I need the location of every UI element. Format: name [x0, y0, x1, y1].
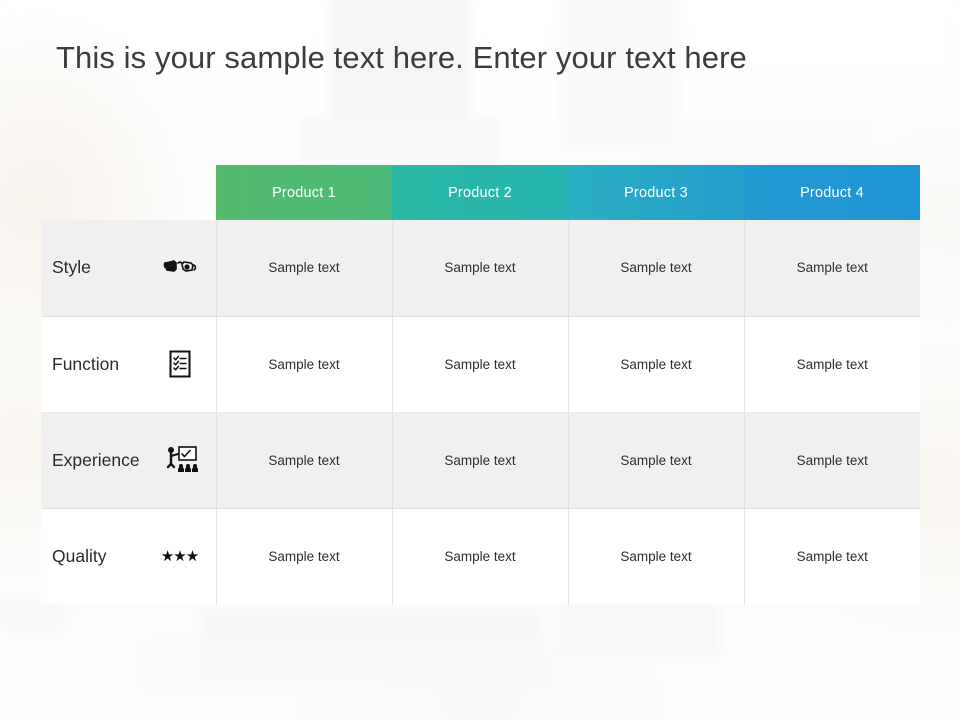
row-label-cell-experience[interactable]: Experience [41, 412, 217, 509]
table-cell: Sample text [392, 220, 569, 317]
table-cell: Sample text [568, 316, 745, 413]
column-header-product-1[interactable]: Product 1 [216, 165, 392, 220]
column-header-product-4[interactable]: Product 4 [744, 165, 920, 220]
table-cell: Sample text [392, 412, 569, 509]
table-cell: Sample text [568, 220, 745, 317]
table-cell: Sample text [392, 508, 569, 604]
table-cell: Sample text [744, 412, 920, 509]
cell-text: Sample text [620, 260, 692, 276]
background-shape [140, 640, 560, 690]
table-row: Experience Sample text Sample text Sampl… [41, 412, 920, 509]
table-cell: Sample text [744, 220, 920, 317]
slide-canvas: This is your sample text here. Enter you… [0, 0, 960, 720]
3d-glasses-icon [160, 250, 200, 286]
cell-text: Sample text [444, 356, 516, 372]
table-cell: Sample text [216, 316, 393, 413]
page-title: This is your sample text here. Enter you… [56, 40, 747, 75]
column-header-product-3[interactable]: Product 3 [568, 165, 744, 220]
background-shape [200, 608, 540, 680]
table-cell: Sample text [216, 220, 393, 317]
table-cell: Sample text [568, 412, 745, 509]
table-cell: Sample text [568, 508, 745, 604]
cell-text: Sample text [620, 548, 692, 564]
table-row: Style Sample text Sample text Sample tex… [41, 220, 920, 317]
cell-text: Sample text [444, 452, 516, 468]
cell-text: Sample text [796, 260, 868, 276]
three-stars-icon: ★★★ [160, 538, 200, 574]
comparison-table-container: Product 1 Product 2 Product 3 Product 4 … [41, 165, 920, 605]
row-label-cell-quality[interactable]: Quality ★★★ [41, 508, 217, 604]
cell-text: Sample text [796, 548, 868, 564]
cell-text: Sample text [796, 356, 868, 372]
row-label-cell-style[interactable]: Style [41, 220, 217, 317]
table-cell: Sample text [744, 508, 920, 604]
row-label-cell-function[interactable]: Function [41, 316, 217, 413]
table-header-row: Product 1 Product 2 Product 3 Product 4 [41, 165, 920, 220]
table-cell: Sample text [392, 316, 569, 413]
row-label-text: Quality [52, 545, 107, 566]
cell-text: Sample text [268, 260, 340, 276]
cell-text: Sample text [620, 452, 692, 468]
cell-text: Sample text [796, 452, 868, 468]
three-stars-glyphs: ★★★ [160, 547, 199, 565]
row-label-text: Function [52, 353, 120, 374]
cell-text: Sample text [444, 260, 516, 276]
table-cell: Sample text [216, 412, 393, 509]
background-shape [560, 600, 720, 658]
table-row: Function Sample text Sample text Sample … [41, 316, 920, 413]
column-header-product-2[interactable]: Product 2 [392, 165, 568, 220]
table-cell: Sample text [216, 508, 393, 604]
cell-text: Sample text [268, 452, 340, 468]
cell-text: Sample text [268, 548, 340, 564]
row-label-text: Style [52, 257, 91, 278]
cell-text: Sample text [444, 548, 516, 564]
table-row: Quality ★★★ Sample text Sample text Samp… [41, 508, 920, 604]
table-corner-cell [41, 165, 216, 220]
comparison-table: Product 1 Product 2 Product 3 Product 4 … [41, 165, 920, 604]
cell-text: Sample text [268, 356, 340, 372]
checklist-clipboard-icon [160, 346, 200, 382]
table-cell: Sample text [744, 316, 920, 413]
row-label-text: Experience [52, 449, 140, 470]
presenter-whiteboard-icon [160, 442, 200, 478]
cell-text: Sample text [620, 356, 692, 372]
